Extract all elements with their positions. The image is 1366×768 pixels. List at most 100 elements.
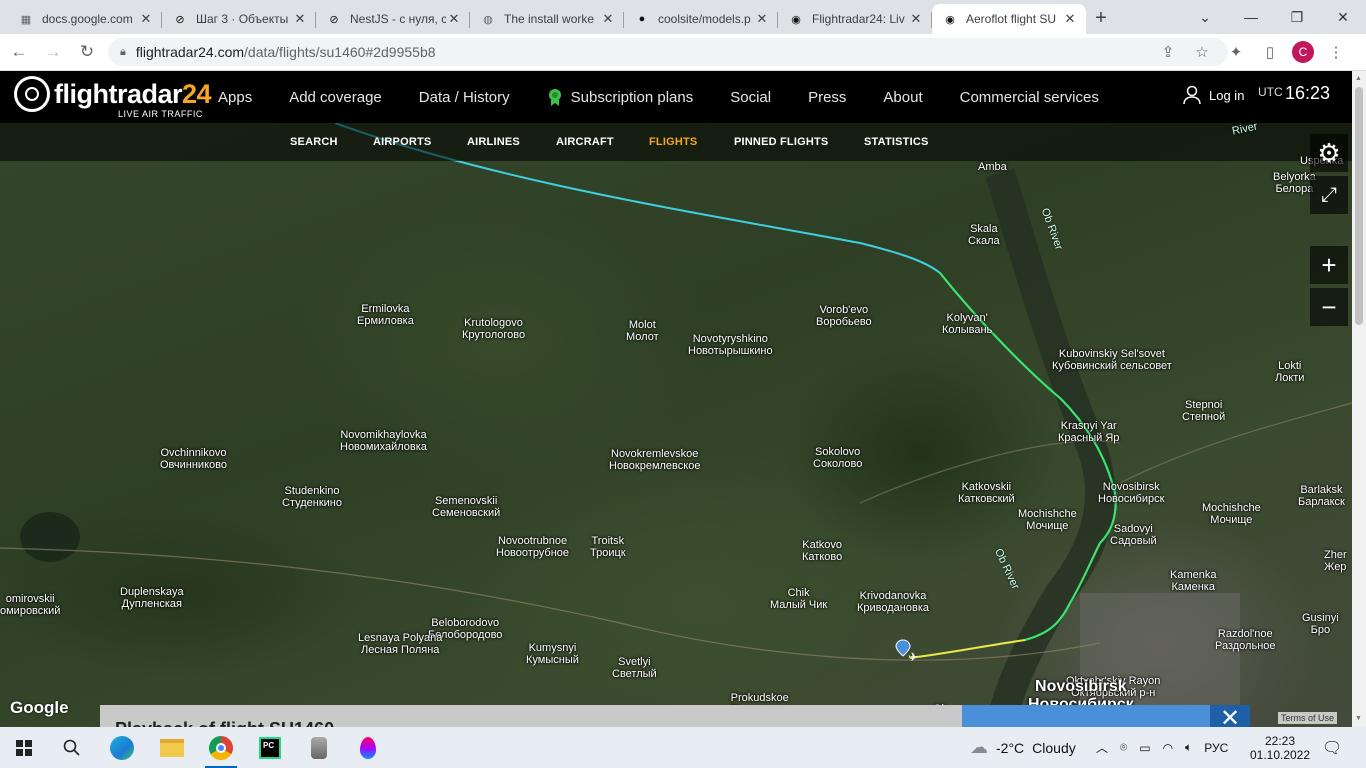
nav-about[interactable]: About (883, 89, 922, 106)
browser-tab[interactable]: ● coolsite/models.p ✕ (624, 4, 778, 34)
weather-text: Cloudy (1032, 739, 1076, 756)
nav-apps[interactable]: Apps (218, 89, 252, 106)
aircraft-icon: ✈ (908, 650, 918, 664)
notifications-icon[interactable]: 🗨︎ (1322, 727, 1342, 768)
fr24-logo[interactable]: flightradar24 LIVE AIR TRAFFIC (14, 76, 212, 119)
place-label: Skala Скала (968, 223, 1000, 247)
place-label: Kolyvan' Колывань (942, 312, 993, 336)
paint-drop-icon[interactable] (344, 727, 392, 768)
subnav-flights[interactable]: FLIGHTS (649, 136, 697, 148)
tab-close-icon[interactable]: ✕ (1062, 11, 1078, 27)
browser-tab[interactable]: ▦ docs.google.com ✕ (8, 4, 162, 34)
lock-icon[interactable]: 🔒︎ (120, 46, 126, 59)
place-label: Razdol'noe Раздольное (1215, 628, 1276, 652)
ad-close-icon[interactable]: ✕ (1210, 705, 1250, 727)
tab-close-icon[interactable]: ✕ (446, 11, 462, 27)
subnav-airports[interactable]: AIRPORTS (373, 136, 431, 148)
reload-icon[interactable]: ↻ (72, 37, 102, 67)
scroll-thumb[interactable] (1355, 87, 1363, 325)
nav-social[interactable]: Social (730, 89, 771, 106)
tab-title: NestJS - с нуля, с (350, 12, 446, 26)
network-meter-icon[interactable]: ⌾ (1120, 740, 1127, 755)
chevron-up-icon[interactable]: ︿ (1096, 739, 1108, 756)
terms-link[interactable]: Terms of Use (1278, 712, 1338, 724)
nav-subscription-plans[interactable]: Subscription plans (547, 88, 693, 106)
ad-banner[interactable] (962, 705, 1250, 727)
tab-search-button[interactable]: ⌄ (1182, 0, 1228, 34)
tab-favicon-icon: ◉ (945, 13, 955, 26)
login-button[interactable]: Log in (1183, 85, 1244, 105)
panel-title: Playback of flight SU1460 (115, 719, 334, 727)
logo-wordmark: flightradar24 (54, 79, 212, 109)
scroll-up-icon[interactable]: ▲ (1355, 75, 1362, 82)
nav-commercial-services[interactable]: Commercial services (960, 89, 1099, 106)
file-explorer-icon[interactable] (148, 727, 196, 768)
tab-close-icon[interactable]: ✕ (600, 11, 616, 27)
bookmark-star-icon[interactable]: ☆ (1190, 38, 1214, 66)
tab-favicon-icon: ▦ (20, 13, 32, 26)
menu-kebab-icon[interactable]: ⋮ (1324, 38, 1348, 66)
new-tab-button[interactable]: + (1086, 4, 1116, 34)
scroll-down-icon[interactable]: ▼ (1355, 715, 1362, 722)
maximize-button[interactable]: ❐ (1274, 0, 1320, 34)
browser-tab[interactable]: ⊘ Шаг 3 · Объекты ✕ (162, 4, 316, 34)
windows-start-icon[interactable] (0, 727, 48, 768)
minimize-button[interactable]: — (1228, 0, 1274, 34)
back-icon[interactable]: ← (4, 37, 34, 67)
place-label: Katkovskii Катковский (958, 481, 1015, 505)
side-panel-icon[interactable]: ▯ (1258, 38, 1282, 66)
place-label: Lokti Локти (1275, 360, 1305, 384)
omnibox[interactable]: 🔒︎ flightradar24.com/data/flights/su1460… (108, 38, 1228, 66)
tab-close-icon[interactable]: ✕ (292, 11, 308, 27)
pycharm-icon[interactable]: PC (246, 727, 294, 768)
nav-add-coverage[interactable]: Add coverage (289, 89, 382, 106)
nav-press[interactable]: Press (808, 89, 846, 106)
place-label: Sokolovo Соколово (813, 446, 863, 470)
url-host: flightradar24.com (135, 44, 245, 60)
system-tray: ︿ ⌾ ▭ ◠ 🔈︎ РУС (1096, 727, 1228, 768)
page-scrollbar[interactable]: ▲ ▼ (1352, 71, 1366, 727)
browser-tab[interactable]: ◉ Aeroflot flight SU ✕ (932, 4, 1086, 34)
tab-close-icon[interactable]: ✕ (908, 11, 924, 27)
tab-title: Flightradar24: Liv (812, 12, 905, 26)
share-icon[interactable]: ⇪ (1156, 38, 1180, 66)
tab-title: Шаг 3 · Объекты (196, 12, 289, 26)
settings-gear-icon[interactable]: ⚙ (1310, 134, 1348, 172)
flight-map[interactable]: ✈ SEARCH AIRPORTS AIRLINES AIRCRAFT FLIGHTS P… (0, 123, 1352, 727)
subnav-pinned-flights[interactable]: PINNED FLIGHTS (734, 136, 828, 148)
place-label: Duplenskaya Дупленская (120, 586, 184, 610)
subnav-aircraft[interactable]: AIRCRAFT (556, 136, 614, 148)
browser-tab[interactable]: ◍ The install worke ✕ (470, 4, 624, 34)
tab-close-icon[interactable]: ✕ (138, 11, 154, 27)
zoom-in-button[interactable]: + (1310, 246, 1348, 284)
search-icon[interactable] (48, 727, 96, 768)
place-label: Novokremlevskoe Новокремлевское (609, 448, 701, 472)
profile-avatar[interactable]: C (1292, 41, 1314, 63)
zoom-out-button[interactable]: − (1310, 288, 1348, 326)
chrome-icon[interactable] (197, 727, 245, 768)
battery-icon[interactable]: ▭ (1139, 741, 1150, 755)
place-label: Krutologovo Крутологово (462, 317, 526, 341)
nav-data-history[interactable]: Data / History (419, 89, 510, 106)
edge-icon[interactable] (98, 727, 146, 768)
browser-tab[interactable]: ◉ Flightradar24: Liv ✕ (778, 4, 932, 34)
close-window-button[interactable]: ✕ (1320, 0, 1366, 34)
fullscreen-icon[interactable]: ⤢ (1310, 176, 1348, 214)
tab-close-icon[interactable]: ✕ (754, 11, 770, 27)
subnav-statistics[interactable]: STATISTICS (864, 136, 929, 148)
volume-icon[interactable]: 🔈︎ (1185, 740, 1192, 755)
taskbar-date: 01.10.2022 (1249, 747, 1311, 762)
place-label: omirovskii омировский (0, 593, 61, 617)
wifi-icon[interactable]: ◠ (1163, 741, 1173, 755)
weather-temp: -2°C (996, 739, 1025, 756)
forward-icon[interactable]: → (38, 37, 68, 67)
place-label: Kamenka Каменка (1170, 569, 1217, 593)
subnav-search[interactable]: SEARCH (290, 136, 338, 148)
system-clock[interactable]: 22:23 01.10.2022 (1250, 727, 1310, 768)
extensions-icon[interactable]: ✦ (1224, 38, 1248, 66)
subnav-airlines[interactable]: AIRLINES (467, 136, 520, 148)
browser-tab[interactable]: ⊘ NestJS - с нуля, с ✕ (316, 4, 470, 34)
weather-widget[interactable]: ☁ -2°C Cloudy (970, 727, 1076, 768)
database-icon[interactable] (295, 727, 343, 768)
language-indicator[interactable]: РУС (1204, 741, 1228, 755)
